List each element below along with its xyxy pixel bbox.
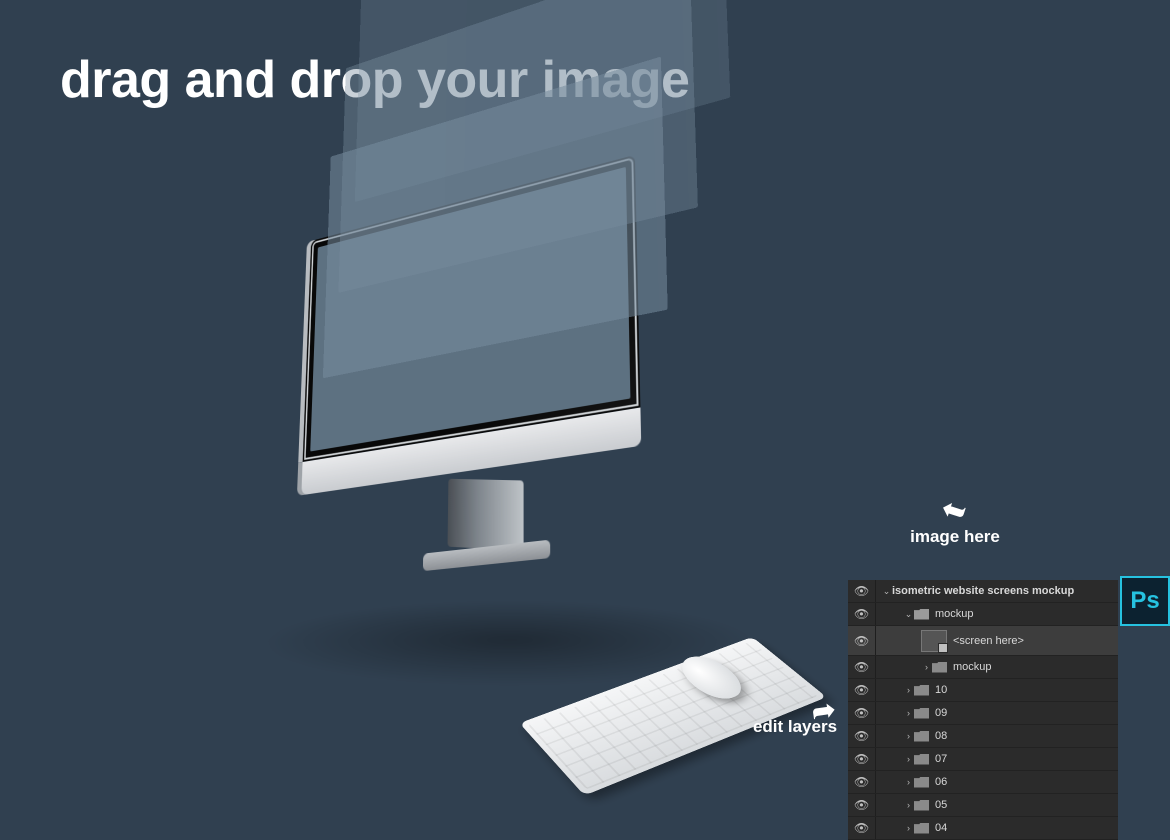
layer-row-root[interactable]: 👁 ⌄ isometric website screens mockup [848, 580, 1118, 603]
chevron-right-icon[interactable]: › [903, 777, 914, 787]
layer-row-folder[interactable]: 👁 › 08 [848, 725, 1118, 748]
layer-row-folder[interactable]: 👁 › 07 [848, 748, 1118, 771]
visibility-icon[interactable]: 👁 [854, 607, 870, 621]
folder-icon [914, 708, 929, 719]
layer-label: isometric website screens mockup [892, 585, 1074, 597]
curved-arrow-icon: ➦ [795, 690, 853, 730]
chevron-right-icon[interactable]: › [903, 800, 914, 810]
visibility-icon[interactable]: 👁 [854, 775, 870, 789]
visibility-icon[interactable]: 👁 [854, 660, 870, 674]
visibility-icon[interactable]: 👁 [854, 729, 870, 743]
folder-icon [914, 754, 929, 765]
layer-label: mockup [953, 661, 992, 673]
folder-icon [914, 777, 929, 788]
layer-row-folder[interactable]: 👁 › 09 [848, 702, 1118, 725]
layer-label: 08 [935, 730, 947, 742]
folder-icon [914, 823, 929, 834]
layer-label: <screen here> [953, 635, 1024, 647]
monitor-stand [448, 479, 524, 551]
layer-row-folder[interactable]: 👁 › 06 [848, 771, 1118, 794]
visibility-icon[interactable]: 👁 [854, 634, 870, 648]
layer-label: 06 [935, 776, 947, 788]
chevron-right-icon[interactable]: › [921, 662, 932, 672]
layer-label: 10 [935, 684, 947, 696]
folder-icon [914, 685, 929, 696]
layer-label: 05 [935, 799, 947, 811]
visibility-icon[interactable]: 👁 [854, 584, 870, 598]
layer-row-folder[interactable]: 👁 › 05 [848, 794, 1118, 817]
annotation-edit-layers: ➦ edit layers [740, 690, 850, 737]
mockup-scene [220, 150, 820, 750]
layer-row-folder[interactable]: 👁 › 04 [848, 817, 1118, 840]
visibility-icon[interactable]: 👁 [854, 821, 870, 835]
visibility-icon[interactable]: 👁 [854, 706, 870, 720]
chevron-right-icon[interactable]: › [903, 685, 914, 695]
photoshop-icon: Ps [1120, 576, 1170, 626]
visibility-icon[interactable]: 👁 [854, 752, 870, 766]
smart-object-icon [921, 630, 947, 652]
folder-icon [914, 800, 929, 811]
layer-row-group[interactable]: 👁 ⌄ mockup [848, 603, 1118, 626]
chevron-down-icon[interactable]: ⌄ [903, 609, 914, 620]
folder-icon [932, 662, 947, 673]
layers-panel[interactable]: 👁 ⌄ isometric website screens mockup 👁 ⌄… [848, 580, 1118, 840]
layer-label: 04 [935, 822, 947, 834]
layer-label: 07 [935, 753, 947, 765]
visibility-icon[interactable]: 👁 [854, 683, 870, 697]
chevron-right-icon[interactable]: › [903, 823, 914, 833]
annotation-image-here: ➥ image here [900, 490, 1010, 547]
layer-label: mockup [935, 608, 974, 620]
layer-row-smart-object[interactable]: 👁 <screen here> [848, 626, 1118, 656]
folder-icon [914, 731, 929, 742]
layer-row-group[interactable]: 👁 › mockup [848, 656, 1118, 679]
chevron-right-icon[interactable]: › [903, 754, 914, 764]
chevron-right-icon[interactable]: › [903, 731, 914, 741]
layer-row-folder[interactable]: 👁 › 10 [848, 679, 1118, 702]
visibility-icon[interactable]: 👁 [854, 798, 870, 812]
chevron-down-icon[interactable]: ⌄ [881, 586, 892, 597]
folder-icon [914, 609, 929, 620]
chevron-right-icon[interactable]: › [903, 708, 914, 718]
layer-label: 09 [935, 707, 947, 719]
